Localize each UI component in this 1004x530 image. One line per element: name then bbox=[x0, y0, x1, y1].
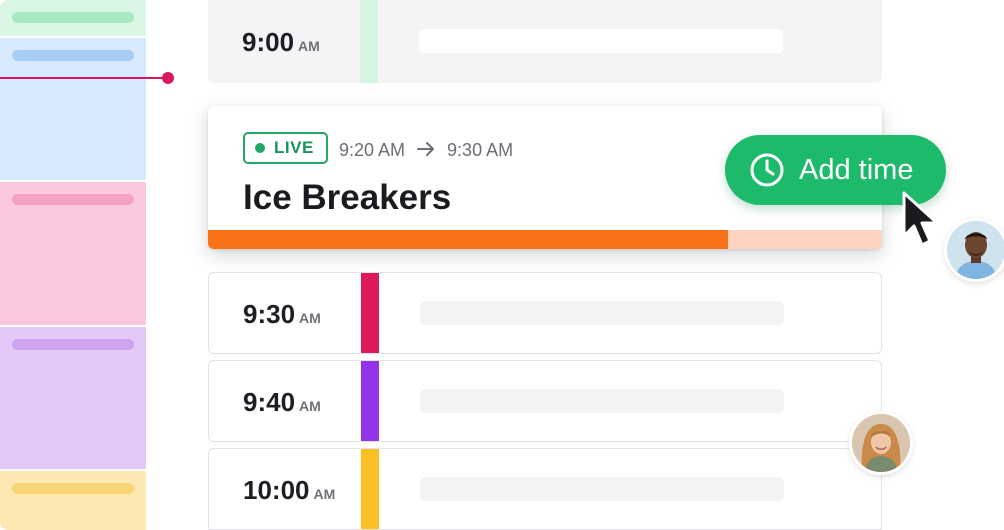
row-time-ampm: AM bbox=[313, 486, 336, 502]
row-title-placeholder bbox=[420, 477, 784, 501]
row-color-bar bbox=[360, 0, 378, 83]
user-avatar[interactable] bbox=[849, 411, 913, 475]
rail-segment-bar bbox=[12, 12, 134, 23]
event-start-time: 9:20 AM bbox=[339, 140, 406, 160]
rail-segment-blue[interactable] bbox=[0, 38, 146, 180]
row-time-value: 9:00 bbox=[242, 27, 295, 57]
rail-segment-purple[interactable] bbox=[0, 327, 146, 469]
rail-segment-pink[interactable] bbox=[0, 182, 146, 325]
row-color-bar bbox=[361, 449, 379, 529]
user-avatar[interactable] bbox=[944, 218, 1004, 282]
add-time-label: Add time bbox=[799, 153, 914, 186]
rail-segment-bar bbox=[12, 483, 134, 494]
row-time: 9:00 AM bbox=[242, 27, 320, 58]
event-title: Ice Breakers bbox=[243, 178, 452, 217]
row-color-bar bbox=[361, 273, 379, 353]
row-time-value: 10:00 bbox=[243, 475, 310, 505]
clock-icon bbox=[750, 153, 784, 187]
row-time-ampm: AM bbox=[299, 398, 321, 414]
agenda-row[interactable]: 9:40 AM bbox=[208, 360, 882, 442]
row-title-placeholder bbox=[420, 389, 784, 413]
mouse-pointer-icon bbox=[902, 191, 939, 247]
rail-segment-bar bbox=[12, 194, 134, 205]
row-time-ampm: AM bbox=[299, 310, 321, 326]
event-progress-fill bbox=[208, 230, 729, 249]
event-end-time: 9:30 AM bbox=[447, 140, 514, 160]
row-time: 10:00 AM bbox=[243, 475, 335, 506]
row-time-ampm: AM bbox=[298, 38, 320, 54]
row-title-placeholder bbox=[419, 29, 783, 53]
row-time-value: 9:30 bbox=[243, 299, 296, 329]
agenda-row[interactable]: 9:00 AM bbox=[208, 0, 882, 83]
event-progress-bar bbox=[208, 230, 882, 249]
rail-segment-bar bbox=[12, 339, 134, 350]
row-color-bar bbox=[361, 361, 379, 441]
row-time: 9:30 AM bbox=[243, 299, 321, 330]
event-time-range: 9:20 AM 9:30 AM bbox=[339, 139, 513, 162]
agenda-row[interactable]: 10:00 AM bbox=[208, 448, 882, 530]
row-time-value: 9:40 bbox=[243, 387, 296, 417]
live-dot-icon bbox=[255, 143, 265, 153]
rail-segment-bar bbox=[12, 50, 134, 61]
row-time: 9:40 AM bbox=[243, 387, 321, 418]
row-title-placeholder bbox=[420, 301, 784, 325]
live-badge-label: LIVE bbox=[274, 138, 314, 157]
arrow-right-icon bbox=[417, 139, 435, 162]
current-time-marker bbox=[162, 72, 174, 84]
rail-segment-yellow[interactable] bbox=[0, 471, 146, 530]
rail-segment-green[interactable] bbox=[0, 0, 146, 36]
current-time-line bbox=[0, 77, 166, 79]
live-badge: LIVE bbox=[243, 132, 328, 164]
schedule-rail bbox=[0, 0, 148, 530]
agenda-row[interactable]: 9:30 AM bbox=[208, 272, 882, 354]
